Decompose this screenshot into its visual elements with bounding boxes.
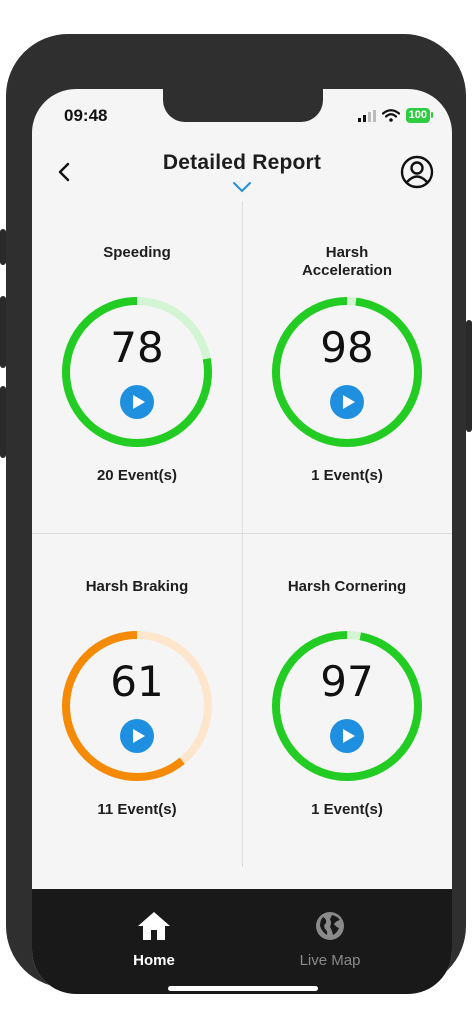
tab-home-label: Home [133, 952, 175, 969]
gauge-ring [62, 631, 212, 781]
card-speeding[interactable]: Speeding 78 20 Event(s) [32, 199, 242, 533]
chevron-down-icon[interactable] [231, 180, 253, 194]
home-icon [138, 912, 170, 940]
score-gauge: 61 [60, 629, 214, 783]
signal-icon [357, 109, 376, 122]
event-count: 11 Event(s) [97, 801, 177, 818]
event-count: 1 Event(s) [311, 801, 383, 818]
volume-down-button [0, 386, 6, 458]
tab-live-map-label: Live Map [299, 952, 361, 969]
report-grid: Speeding 78 20 Event(s) Harsh Accelerati… [32, 199, 452, 869]
play-button[interactable] [120, 385, 154, 419]
card-harsh-braking[interactable]: Harsh Braking 61 11 Event(s) [32, 533, 242, 867]
header: Detailed Report [32, 144, 452, 199]
card-harsh-cornering[interactable]: Harsh Cornering 97 1 Event(s) [242, 533, 452, 867]
score-gauge: 97 [270, 629, 424, 783]
card-title: Speeding [103, 244, 171, 261]
home-indicator [168, 986, 318, 991]
tab-live-map[interactable]: Live Map [270, 911, 390, 969]
score-gauge: 78 [60, 295, 214, 449]
play-button[interactable] [120, 719, 154, 753]
play-button[interactable] [330, 385, 364, 419]
status-time: 09:48 [64, 106, 108, 125]
score-gauge: 98 [270, 295, 424, 449]
screen: 09:48 100 Detailed Report Speeding 78 20… [32, 89, 452, 994]
score-value: 98 [320, 323, 374, 372]
event-count: 20 Event(s) [96, 467, 178, 484]
score-value: 97 [320, 657, 374, 706]
card-harsh-acceleration[interactable]: Harsh Acceleration 98 1 Event(s) [242, 199, 452, 533]
gauge-ring [272, 297, 422, 447]
tab-home[interactable]: Home [94, 911, 214, 969]
power-button [466, 320, 472, 432]
gauge-ring [272, 631, 422, 781]
card-title: Harsh Braking [85, 578, 189, 595]
profile-icon[interactable] [400, 155, 434, 189]
card-title: Harsh Cornering [287, 578, 407, 595]
status-icons: 100 [357, 108, 434, 123]
globe-icon [316, 912, 344, 940]
page-title: Detailed Report [162, 151, 322, 174]
battery-indicator: 100 [405, 108, 434, 123]
phone-frame: 09:48 100 Detailed Report Speeding 78 20… [0, 34, 472, 994]
score-value: 61 [110, 657, 164, 706]
score-value: 78 [110, 323, 164, 372]
volume-up-button [0, 296, 6, 368]
notch [163, 89, 323, 122]
wifi-icon [381, 109, 400, 122]
play-button[interactable] [330, 719, 364, 753]
gauge-ring [62, 297, 212, 447]
tab-bar: Home Live Map [32, 889, 452, 994]
card-title: Harsh Acceleration [301, 244, 393, 279]
mute-switch [0, 229, 6, 265]
event-count: 1 Event(s) [311, 467, 383, 484]
